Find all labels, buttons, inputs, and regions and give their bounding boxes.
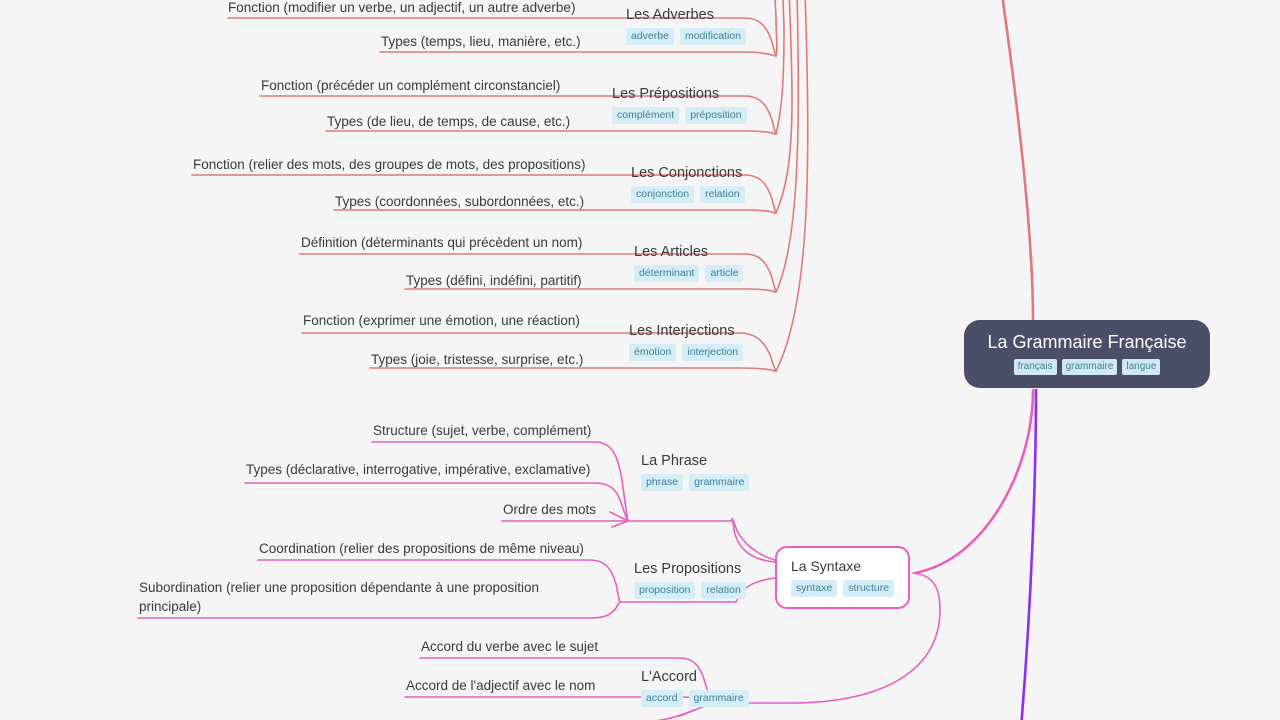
tag: proposition <box>634 582 696 599</box>
root-node[interactable]: La Grammaire Française français grammair… <box>964 320 1210 388</box>
tag: langue <box>1122 359 1161 375</box>
tag: phrase <box>641 474 684 491</box>
tag: grammaire <box>688 690 749 707</box>
node-title: La Syntaxe <box>791 558 862 574</box>
node-la-syntaxe[interactable]: La Syntaxe syntaxe structure <box>775 546 911 609</box>
leaf-propositions-coordination[interactable]: Coordination (relier des propositions de… <box>259 539 584 560</box>
tag: syntaxe <box>791 580 838 597</box>
leaf-propositions-subordination[interactable]: Subordination (relier une proposition dé… <box>139 578 571 618</box>
tag-list: émotion interjection <box>629 344 744 361</box>
leaf-articles-types[interactable]: Types (défini, indéfini, partitif) <box>406 271 582 292</box>
topic-title: Les Interjections <box>629 323 735 339</box>
leaf-prepositions-fonction[interactable]: Fonction (précéder un complément circons… <box>261 76 560 97</box>
tag: grammaire <box>1061 359 1118 375</box>
topic-les-propositions[interactable]: Les Propositions proposition relation <box>634 559 746 599</box>
tag: complément <box>612 107 680 124</box>
tag-list: accord grammaire <box>641 690 749 707</box>
topic-title: Les Conjonctions <box>631 165 743 181</box>
root-title: La Grammaire Française <box>987 332 1187 352</box>
leaf-adverbes-fonction[interactable]: Fonction (modifier un verbe, un adjectif… <box>228 0 575 19</box>
leaf-articles-definition[interactable]: Définition (déterminants qui précèdent u… <box>301 233 582 254</box>
topic-title: Les Prépositions <box>612 86 720 102</box>
tag-list: conjonction relation <box>631 186 745 203</box>
tag: conjonction <box>631 186 695 203</box>
topic-la-phrase[interactable]: La Phrase phrase grammaire <box>641 451 750 491</box>
leaf-interjections-fonction[interactable]: Fonction (exprimer une émotion, une réac… <box>303 311 580 332</box>
topic-les-adverbes[interactable]: Les Adverbes adverbe modification <box>626 5 746 45</box>
tag-list: proposition relation <box>634 582 746 599</box>
tag: adverbe <box>626 28 674 45</box>
leaf-conjonctions-fonction[interactable]: Fonction (relier des mots, des groupes d… <box>193 155 585 176</box>
tag-list: adverbe modification <box>626 28 746 45</box>
tag: émotion <box>629 344 677 361</box>
topic-title: Les Articles <box>634 244 709 260</box>
topic-les-articles[interactable]: Les Articles déterminant article <box>634 242 744 282</box>
tag: déterminant <box>634 265 700 282</box>
tag-list: phrase grammaire <box>641 474 750 491</box>
tag: structure <box>843 580 895 597</box>
topic-l-accord[interactable]: L'Accord accord grammaire <box>641 667 749 707</box>
topic-les-conjonctions[interactable]: Les Conjonctions conjonction relation <box>631 163 745 203</box>
leaf-phrase-ordre[interactable]: Ordre des mots <box>503 500 596 521</box>
leaf-adverbes-types[interactable]: Types (temps, lieu, manière, etc.) <box>381 32 581 53</box>
topic-title: L'Accord <box>641 669 697 685</box>
leaf-phrase-structure[interactable]: Structure (sujet, verbe, complément) <box>373 421 591 442</box>
tag-list: complément préposition <box>612 107 747 124</box>
topic-les-prepositions[interactable]: Les Prépositions complément préposition <box>612 84 747 124</box>
leaf-conjonctions-types[interactable]: Types (coordonnées, subordonnées, etc.) <box>335 192 584 213</box>
leaf-interjections-types[interactable]: Types (joie, tristesse, surprise, etc.) <box>371 350 583 371</box>
tag: accord <box>641 690 683 707</box>
root-tag-list: français grammaire langue <box>980 359 1194 375</box>
leaf-phrase-types[interactable]: Types (déclarative, interrogative, impér… <box>246 460 590 481</box>
tag: modification <box>679 28 746 45</box>
topic-les-interjections[interactable]: Les Interjections émotion interjection <box>629 321 744 361</box>
tag: préposition <box>685 107 747 124</box>
topic-title: Les Adverbes <box>626 7 714 23</box>
tag-list: syntaxe structure <box>791 580 895 597</box>
tag: article <box>705 265 744 282</box>
tag: relation <box>700 186 745 203</box>
leaf-accord-adjectif-nom[interactable]: Accord de l'adjectif avec le nom <box>406 676 595 697</box>
leaf-prepositions-types[interactable]: Types (de lieu, de temps, de cause, etc.… <box>327 112 570 133</box>
tag: grammaire <box>689 474 750 491</box>
leaf-accord-verbe-sujet[interactable]: Accord du verbe avec le sujet <box>421 637 598 658</box>
tag: interjection <box>682 344 744 361</box>
topic-title: La Phrase <box>641 453 708 469</box>
topic-title: Les Propositions <box>634 561 742 577</box>
mindmap-canvas[interactable]: Fonction (modifier un verbe, un adjectif… <box>0 0 1280 720</box>
tag: relation <box>701 582 746 599</box>
tag-list: déterminant article <box>634 265 744 282</box>
tag: français <box>1013 359 1057 375</box>
